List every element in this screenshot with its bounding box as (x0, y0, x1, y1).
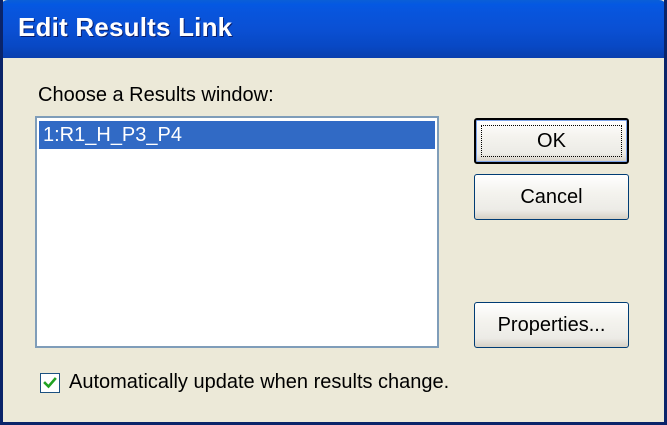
properties-button-label: Properties... (497, 313, 606, 336)
properties-button[interactable]: Properties... (474, 302, 629, 348)
ok-button-label: OK (537, 129, 566, 152)
checkmark-icon (43, 376, 57, 388)
choose-results-label: Choose a Results window: (38, 84, 274, 106)
ok-button[interactable]: OK (474, 118, 629, 164)
edit-results-link-dialog: Edit Results Link Choose a Results windo… (0, 0, 667, 425)
cancel-button[interactable]: Cancel (474, 174, 629, 220)
list-item[interactable]: 1:R1_H_P3_P4 (39, 121, 435, 149)
auto-update-option[interactable]: Automatically update when results change… (40, 371, 449, 394)
cancel-button-label: Cancel (520, 185, 583, 208)
dialog-title: Edit Results Link (18, 12, 233, 42)
auto-update-label: Automatically update when results change… (69, 371, 450, 393)
auto-update-checkbox[interactable] (40, 372, 60, 393)
title-bar[interactable]: Edit Results Link (3, 0, 664, 58)
results-window-listbox[interactable]: 1:R1_H_P3_P4 (35, 116, 439, 348)
